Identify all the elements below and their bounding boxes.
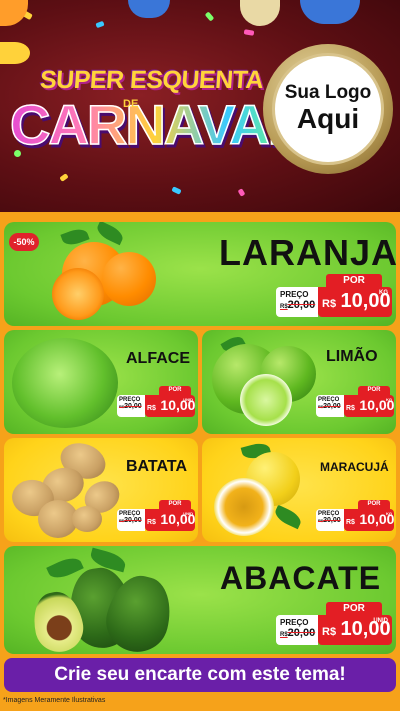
- price-tag: POR PREÇO R$20,00 R$ 10,00 UNID: [276, 602, 392, 650]
- currency-symbol: R$: [147, 405, 156, 412]
- new-price: R$ 10,00 KG: [318, 287, 392, 317]
- confetti-decoration: [59, 173, 69, 182]
- product-name: LARANJA: [219, 232, 396, 273]
- price-tag: POR PREÇO R$20,00 R$ 10,00 KG: [316, 386, 394, 422]
- new-price: R$ 10,00 KG: [344, 509, 394, 531]
- old-price: PREÇO R$20,00: [117, 395, 145, 417]
- preco-label: PREÇO: [280, 290, 309, 299]
- old-price-value: R$20,00: [318, 403, 341, 410]
- price-unit: UNID: [183, 397, 193, 402]
- old-price: PREÇO R$20,00: [276, 615, 318, 645]
- confetti-decoration: [171, 186, 182, 195]
- price-por-label: POR: [159, 500, 191, 509]
- leaf-icon: [272, 504, 304, 530]
- product-name: LIMÃO: [326, 348, 378, 365]
- price-por-label: POR: [358, 500, 390, 509]
- price-tag: POR PREÇO R$20,00 R$ 10,00 KG: [316, 500, 394, 536]
- new-price: R$ 10,00 UNID: [145, 509, 195, 531]
- lettuce-icon: [12, 338, 118, 428]
- old-price-value: R$20,00: [280, 627, 316, 639]
- product-card-alface[interactable]: ALFACE POR PREÇO R$20,00 R$ 10,00 UNID: [4, 330, 198, 434]
- new-price: R$ 10,00 KG: [344, 395, 394, 417]
- new-price: R$ 10,00 UNID: [318, 615, 392, 645]
- product-name: BATATA: [126, 458, 188, 475]
- product-card-laranja[interactable]: LARANJA POR PREÇO R$20,00 R$ 10,00 KG: [4, 222, 396, 326]
- price-unit: KG: [386, 397, 392, 402]
- create-flyer-button[interactable]: Crie seu encarte com este tema!: [4, 658, 396, 692]
- price-unit: UNID: [183, 511, 193, 516]
- currency-symbol: R$: [346, 519, 355, 526]
- banner-title-mid: DE: [123, 98, 139, 110]
- balloon-decoration: [240, 0, 280, 26]
- orange-icon: [102, 252, 156, 306]
- passion-fruit-cut-icon: [214, 478, 274, 536]
- banner-title-top: SUPER ESQUENTA: [39, 66, 265, 94]
- product-name: ALFACE: [126, 350, 190, 367]
- old-price-value: R$20,00: [280, 299, 316, 311]
- product-card-abacate[interactable]: ABACATE POR PREÇO R$20,00 R$ 10,00 UNID: [4, 546, 396, 654]
- product-name: MARACUJÁ: [320, 460, 389, 474]
- price-por-label: POR: [358, 386, 390, 395]
- confetti-decoration: [204, 11, 215, 22]
- price-por-label: POR: [326, 274, 382, 287]
- logo-placeholder[interactable]: Sua Logo Aqui: [272, 53, 384, 165]
- mask-decoration: [128, 0, 170, 18]
- carnival-banner: SUPER ESQUENTA CARNAVAL DE Sua Logo Aqui: [0, 0, 400, 212]
- old-price: PREÇO R$20,00: [117, 509, 145, 531]
- old-price-value: R$20,00: [119, 517, 142, 524]
- new-price: R$ 10,00 UNID: [145, 395, 195, 417]
- price-unit: UNID: [373, 618, 388, 624]
- currency-symbol: R$: [322, 298, 337, 310]
- old-price: PREÇO R$20,00: [316, 509, 344, 531]
- currency-symbol: R$: [346, 405, 355, 412]
- product-card-limao[interactable]: LIMÃO POR PREÇO R$20,00 R$ 10,00 KG: [202, 330, 396, 434]
- price-unit: KG: [386, 511, 392, 516]
- price-por-label: POR: [159, 386, 191, 395]
- potato-icon: [72, 506, 102, 532]
- banner-title-main: CARNAVAL: [9, 92, 302, 157]
- discount-badge: -50%: [9, 233, 39, 251]
- orange-slice-icon: [52, 268, 104, 320]
- currency-symbol: R$: [147, 519, 156, 526]
- currency-symbol: R$: [322, 626, 337, 638]
- product-name: ABACATE: [220, 560, 382, 596]
- horn-decoration: [0, 42, 30, 64]
- price-tag: POR PREÇO R$20,00 R$ 10,00 UNID: [117, 500, 195, 536]
- old-price-value: R$20,00: [119, 403, 142, 410]
- price-tag: POR PREÇO R$20,00 R$ 10,00 KG: [276, 274, 392, 322]
- old-price: PREÇO R$20,00: [276, 287, 318, 317]
- mask-decoration: [0, 0, 28, 26]
- disclaimer-text: *Imagens Meramente Ilustrativas: [3, 697, 106, 704]
- logo-line1: Sua Logo: [284, 82, 372, 104]
- price-por-label: POR: [326, 602, 382, 615]
- confetti-decoration: [237, 188, 246, 197]
- old-price: PREÇO R$20,00: [316, 395, 344, 417]
- old-price-value: R$20,00: [318, 517, 341, 524]
- logo-line2: Aqui: [296, 103, 360, 135]
- lime-slice-icon: [240, 374, 292, 426]
- confetti-decoration: [95, 20, 105, 29]
- confetti-decoration: [243, 29, 255, 36]
- product-card-batata[interactable]: BATATA POR PREÇO R$20,00 R$ 10,00 UNID: [4, 438, 198, 542]
- price-tag: POR PREÇO R$20,00 R$ 10,00 UNID: [117, 386, 195, 422]
- product-card-maracuja[interactable]: MARACUJÁ POR PREÇO R$20,00 R$ 10,00 KG: [202, 438, 396, 542]
- mask-decoration: [300, 0, 360, 24]
- price-unit: KG: [379, 290, 388, 296]
- preco-label: PREÇO: [280, 618, 309, 627]
